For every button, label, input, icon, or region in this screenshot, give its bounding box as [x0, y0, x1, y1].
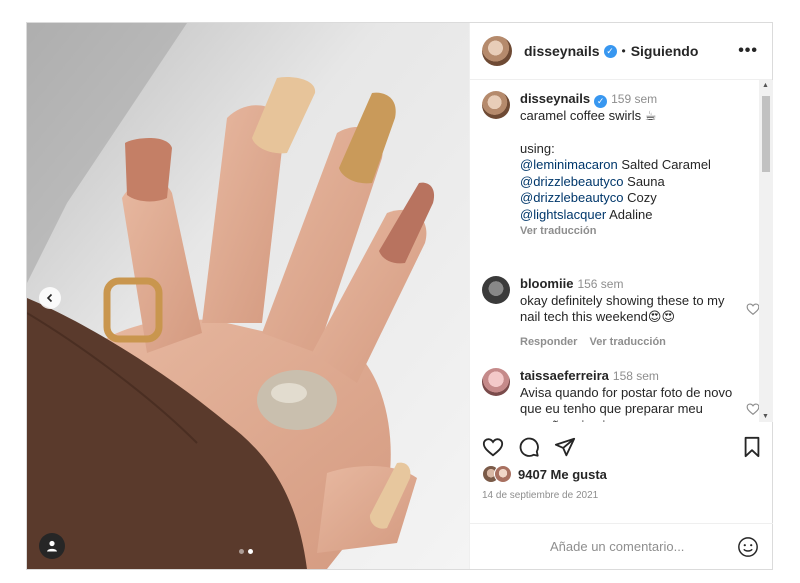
product-name: Sauna — [623, 173, 665, 189]
carousel-indicator — [239, 549, 253, 554]
scroll-up-arrow-icon[interactable]: ▲ — [762, 82, 769, 89]
comment-author[interactable]: bloomiie — [520, 276, 573, 291]
mention-link[interactable]: @drizzlebeautyco — [520, 174, 624, 189]
comment-button[interactable] — [518, 436, 540, 458]
following-button[interactable]: Siguiendo — [631, 43, 699, 59]
bookmark-icon — [744, 436, 760, 458]
likes-count[interactable]: 9407 Me gusta — [518, 467, 607, 482]
comment-like-icon[interactable] — [746, 402, 760, 416]
comment-time[interactable]: 156 sem — [577, 277, 623, 291]
product-line: @drizzlebeautyco Cozy — [520, 190, 742, 207]
caption-author[interactable]: disseynails — [520, 91, 590, 106]
heart-icon — [482, 438, 504, 457]
product-name: Adaline — [606, 206, 653, 222]
post-panel: disseynails ✓ • Siguiendo ••• disseynail… — [469, 23, 773, 569]
scrollbar-thumb[interactable] — [762, 96, 770, 172]
scroll-down-arrow-icon[interactable]: ▼ — [762, 413, 769, 420]
like-button[interactable] — [482, 436, 504, 458]
share-button[interactable] — [554, 436, 576, 458]
see-translation-link[interactable]: Ver traducción — [520, 225, 596, 237]
caption-text: caramel coffee swirls ☕ — [520, 108, 657, 123]
post-photo — [27, 23, 469, 569]
mention-link[interactable]: @drizzlebeautyco — [520, 190, 624, 205]
comment-item: bloomiie 156 sem okay definitely showing … — [482, 276, 760, 350]
avatar[interactable] — [482, 36, 512, 66]
post-header: disseynails ✓ • Siguiendo ••• — [470, 23, 772, 80]
avatar[interactable] — [482, 368, 510, 396]
comment-text: okay definitely showing these to my nail… — [520, 292, 725, 325]
emoji-button[interactable] — [737, 536, 759, 558]
see-translation-link[interactable]: Ver traducción — [589, 336, 665, 348]
comment-like-icon[interactable] — [746, 302, 760, 316]
mention-link[interactable]: @leminimacaron — [520, 157, 618, 172]
tagged-users-button[interactable] — [39, 533, 65, 559]
product-line: @lightslacquer Adaline — [520, 207, 742, 224]
avatar[interactable] — [482, 91, 510, 119]
add-comment-bar — [470, 523, 773, 569]
chevron-left-icon — [46, 293, 53, 303]
post-dialog: disseynails ✓ • Siguiendo ••• disseynail… — [26, 22, 773, 570]
comments-scroll-area[interactable]: disseynails ✓ 159 sem caramel coffee swirl… — [470, 80, 773, 422]
more-options-button[interactable]: ••• — [738, 42, 758, 60]
avatar[interactable] — [482, 276, 510, 304]
paper-plane-icon — [554, 437, 576, 457]
carousel-prev-button[interactable] — [39, 287, 61, 309]
caption: disseynails ✓ 159 sem caramel coffee swirl… — [482, 91, 760, 240]
separator: • — [621, 44, 626, 58]
carousel-dot — [239, 549, 244, 554]
reply-link[interactable]: Responder — [520, 336, 577, 348]
comment-text: Avisa quando for postar foto de novo que… — [520, 384, 733, 423]
verified-badge-icon: ✓ — [603, 44, 617, 58]
post-author[interactable]: disseynails — [524, 43, 600, 59]
caption-using: using: — [520, 140, 555, 156]
comments-scrollbar[interactable]: ▲ ▼ — [759, 80, 773, 422]
comment-item: taissaeferreira 158 sem Avisa quando for … — [482, 368, 760, 422]
mention-link[interactable]: @lightslacquer — [520, 207, 606, 222]
user-tag-icon — [47, 540, 57, 552]
likes-summary[interactable]: 9407 Me gusta — [482, 465, 607, 483]
post-actions — [482, 433, 762, 461]
verified-badge-icon: ✓ — [594, 95, 608, 108]
comment-author[interactable]: taissaeferreira — [520, 368, 609, 383]
save-button[interactable] — [742, 436, 762, 458]
liker-avatar — [494, 465, 512, 483]
product-name: Salted Caramel — [617, 157, 711, 172]
caption-time[interactable]: 159 sem — [611, 92, 657, 106]
comment-meta: Responder Ver traducción — [520, 334, 742, 351]
carousel-dot-active — [248, 549, 253, 554]
add-comment-input[interactable] — [550, 539, 737, 554]
product-line: @drizzlebeautyco Sauna — [520, 174, 742, 191]
comment-time[interactable]: 158 sem — [613, 369, 659, 383]
nails-image — [27, 23, 469, 569]
comment-icon — [519, 437, 539, 457]
product-name: Cozy — [623, 190, 657, 205]
product-line: @leminimacaron Salted Caramel — [520, 157, 742, 174]
caption-meta: Ver traducción — [520, 223, 742, 240]
post-date[interactable]: 14 de septiembre de 2021 — [482, 490, 598, 501]
smiley-icon — [738, 536, 758, 557]
